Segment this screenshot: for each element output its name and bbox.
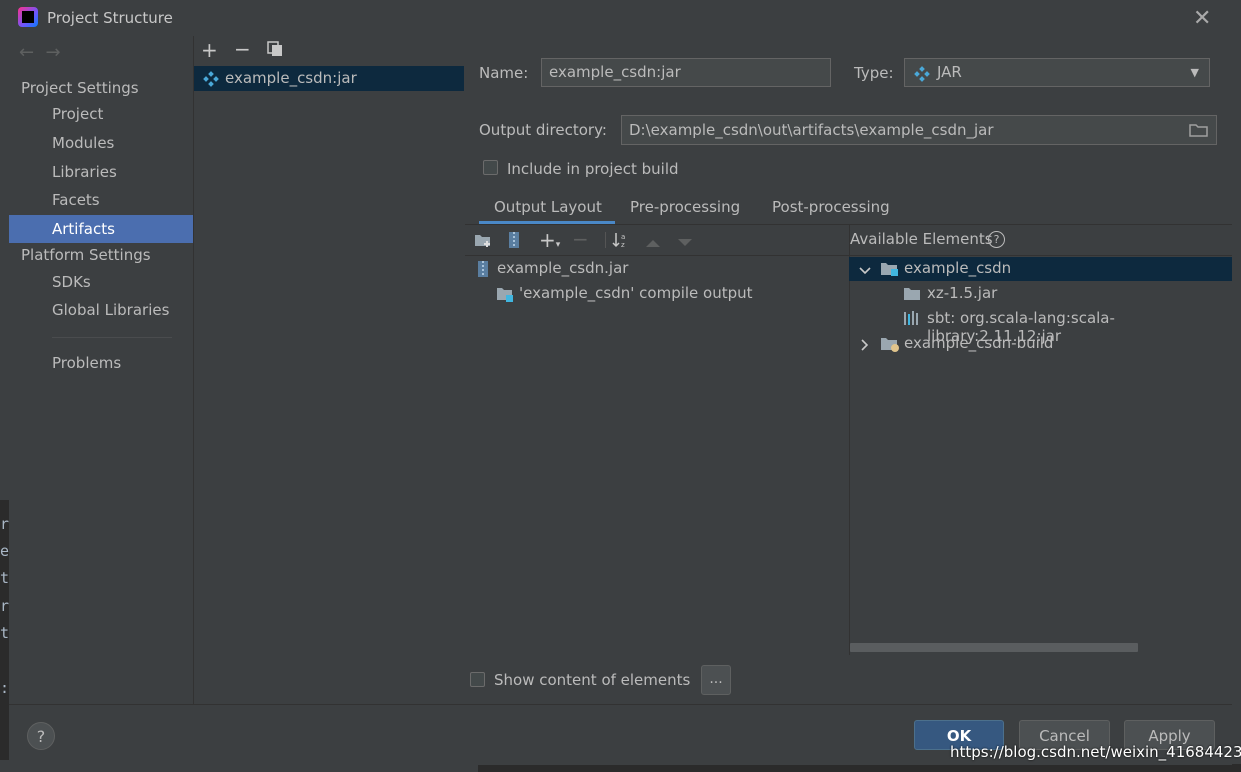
remove-icon[interactable]: −: [234, 37, 251, 61]
sidebar-item-modules[interactable]: Modules: [9, 129, 193, 157]
output-tree-item[interactable]: 'example_csdn' compile output: [519, 284, 753, 302]
artifact-list-panel: [193, 36, 466, 704]
more-options-button[interactable]: ...: [701, 665, 731, 695]
background-code-char: e: [0, 542, 10, 560]
available-tree-item[interactable]: example_csdn-build: [904, 334, 1053, 352]
output-directory-input[interactable]: D:\example_csdn\out\artifacts\example_cs…: [621, 115, 1217, 145]
sidebar-item-facets[interactable]: Facets: [9, 186, 193, 214]
name-input[interactable]: example_csdn:jar: [541, 58, 831, 87]
forward-arrow-icon[interactable]: →: [46, 42, 61, 63]
background-ide-right: [1232, 0, 1241, 772]
svg-text:z: z: [621, 241, 625, 249]
jar-file-icon: [476, 260, 490, 282]
tab-pre-processing[interactable]: Pre-processing: [630, 198, 740, 216]
background-code-char: t: [0, 624, 10, 642]
show-content-checkbox[interactable]: [470, 672, 485, 687]
build-module-folder-icon: [880, 336, 900, 356]
platform-settings-heading: Platform Settings: [21, 246, 151, 264]
sidebar-item-problems[interactable]: Problems: [9, 349, 193, 377]
module-folder-icon: [880, 261, 900, 281]
panel-split: [849, 225, 850, 655]
available-tree-item[interactable]: example_csdn: [904, 259, 1011, 277]
move-down-icon[interactable]: [677, 234, 693, 252]
sort-icon[interactable]: az: [612, 231, 630, 253]
nav-arrows: ← →: [19, 42, 61, 63]
sidebar-item-project[interactable]: Project: [9, 100, 193, 128]
intellij-logo-mark: [22, 11, 34, 23]
type-select-value: JAR: [937, 63, 962, 81]
jar-type-icon: [914, 60, 930, 87]
project-structure-dialog: Project Structure ✕ ← → Project Settings…: [9, 0, 1232, 765]
chevron-down-icon[interactable]: [859, 262, 871, 280]
available-tree-item[interactable]: xz-1.5.jar: [927, 284, 997, 302]
svg-text:a: a: [621, 233, 625, 241]
layout-toolbar-divider: [465, 255, 850, 256]
help-button[interactable]: ?: [27, 722, 55, 750]
available-divider: [849, 255, 1232, 256]
remove-element-icon[interactable]: −: [572, 227, 589, 251]
new-directory-icon[interactable]: [474, 232, 492, 252]
sidebar-item-sdks[interactable]: SDKs: [9, 268, 193, 296]
window-title: Project Structure: [47, 9, 173, 27]
background-ide-bottom-editor: [478, 764, 1241, 772]
intellij-logo-icon: [18, 7, 38, 27]
folder-module-icon: [496, 286, 514, 306]
copy-icon[interactable]: [267, 41, 283, 61]
output-directory-label: Output directory:: [479, 121, 607, 139]
available-elements-heading: Available Elements: [850, 230, 993, 248]
sidebar-item-artifacts[interactable]: Artifacts: [9, 215, 193, 243]
include-in-build-checkbox[interactable]: [483, 160, 498, 175]
background-code-char: t: [0, 569, 10, 587]
toolbar-separator: [605, 232, 606, 248]
name-label: Name:: [479, 64, 529, 82]
sidebar-separator: [52, 337, 172, 338]
browse-folder-icon[interactable]: [1189, 122, 1209, 142]
show-content-label: Show content of elements: [494, 671, 691, 689]
project-settings-heading: Project Settings: [21, 79, 139, 97]
add-icon[interactable]: +: [201, 38, 218, 62]
chevron-right-icon[interactable]: [860, 337, 870, 355]
sidebar-item-global-libraries[interactable]: Global Libraries: [9, 296, 193, 324]
output-tree-item[interactable]: example_csdn.jar: [497, 259, 628, 277]
sidebar-item-libraries[interactable]: Libraries: [9, 158, 193, 186]
add-element-icon[interactable]: +▾: [539, 228, 560, 252]
help-circle-icon[interactable]: ?: [988, 231, 1005, 248]
jar-artifact-icon: [203, 66, 219, 91]
move-up-icon[interactable]: [645, 234, 661, 252]
library-bars-icon: [903, 310, 921, 330]
new-archive-icon[interactable]: [507, 231, 521, 253]
library-folder-icon: [903, 286, 921, 306]
title-bar: Project Structure ✕: [9, 0, 1232, 36]
background-code-char: :: [0, 679, 10, 697]
type-select[interactable]: JAR ▼: [904, 58, 1210, 87]
artifact-list-item[interactable]: example_csdn:jar: [194, 66, 464, 91]
artifact-list-item-label: example_csdn:jar: [225, 69, 357, 87]
watermark-text: https://blog.csdn.net/weixin_41684423: [950, 743, 1241, 761]
close-icon[interactable]: ✕: [1193, 6, 1211, 31]
tab-output-layout[interactable]: Output Layout: [494, 198, 602, 216]
horizontal-scrollbar[interactable]: [850, 643, 1138, 652]
back-arrow-icon[interactable]: ←: [19, 42, 34, 63]
type-label: Type:: [854, 64, 894, 82]
include-in-build-label: Include in project build: [507, 160, 679, 178]
tab-post-processing[interactable]: Post-processing: [772, 198, 890, 216]
background-code-char: r: [0, 597, 10, 615]
background-code-char: r: [0, 515, 10, 533]
chevron-down-icon: ▼: [1190, 66, 1199, 79]
